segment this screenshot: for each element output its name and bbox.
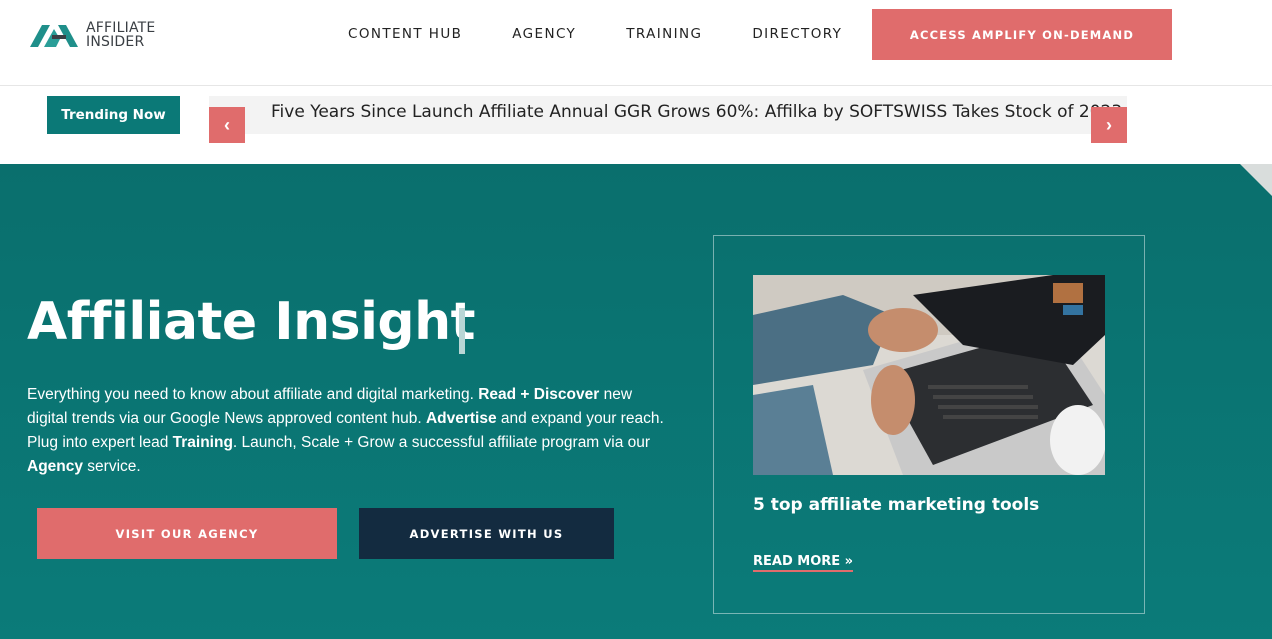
logo-text: AFFILIATE INSIDER	[86, 21, 155, 49]
site-header: AFFILIATE INSIDER CONTENT HUB AGENCY TRA…	[0, 0, 1272, 86]
hero-section: Affiliate Insight Everything you need to…	[0, 164, 1272, 639]
logo-line-1: AFFILIATE	[86, 20, 156, 36]
laptop-photo-icon	[753, 275, 1105, 475]
ticker-next-button[interactable]: ›	[1091, 107, 1127, 143]
visit-agency-button[interactable]: VISIT OUR AGENCY	[37, 508, 337, 559]
site-logo[interactable]: AFFILIATE INSIDER	[30, 20, 155, 50]
logo-icon	[30, 25, 78, 47]
article-image[interactable]	[753, 275, 1105, 475]
nav-content-hub[interactable]: CONTENT HUB	[348, 26, 462, 42]
chevron-left-icon: ‹	[224, 114, 230, 135]
main-nav: CONTENT HUB AGENCY TRAINING DIRECTORY	[348, 26, 892, 42]
trending-now-badge: Trending Now	[47, 96, 180, 134]
read-more-link[interactable]: READ MORE »	[753, 554, 854, 572]
nav-agency[interactable]: AGENCY	[512, 26, 576, 42]
logo-line-2: INSIDER	[86, 34, 145, 50]
article-title[interactable]: 5 top affiliate marketing tools	[753, 495, 1039, 515]
advertise-button[interactable]: ADVERTISE WITH US	[359, 508, 614, 559]
ticker-prev-button[interactable]: ‹	[209, 107, 245, 143]
hero-description: Everything you need to know about affili…	[27, 386, 664, 475]
news-ticker: Five Years Since Launch Affiliate Annual…	[209, 96, 1127, 134]
ticker-headline[interactable]: Five Years Since Launch Affiliate Annual…	[271, 102, 1122, 122]
featured-article-card: 5 top affiliate marketing tools READ MOR…	[713, 235, 1145, 614]
nav-training[interactable]: TRAINING	[626, 26, 702, 42]
typing-cursor	[459, 308, 465, 354]
chevron-right-icon: ›	[1106, 114, 1112, 135]
nav-directory[interactable]: DIRECTORY	[752, 26, 842, 42]
access-amplify-button[interactable]: ACCESS AMPLIFY ON-DEMAND	[872, 9, 1172, 60]
hero-title: Affiliate Insight	[27, 292, 476, 352]
